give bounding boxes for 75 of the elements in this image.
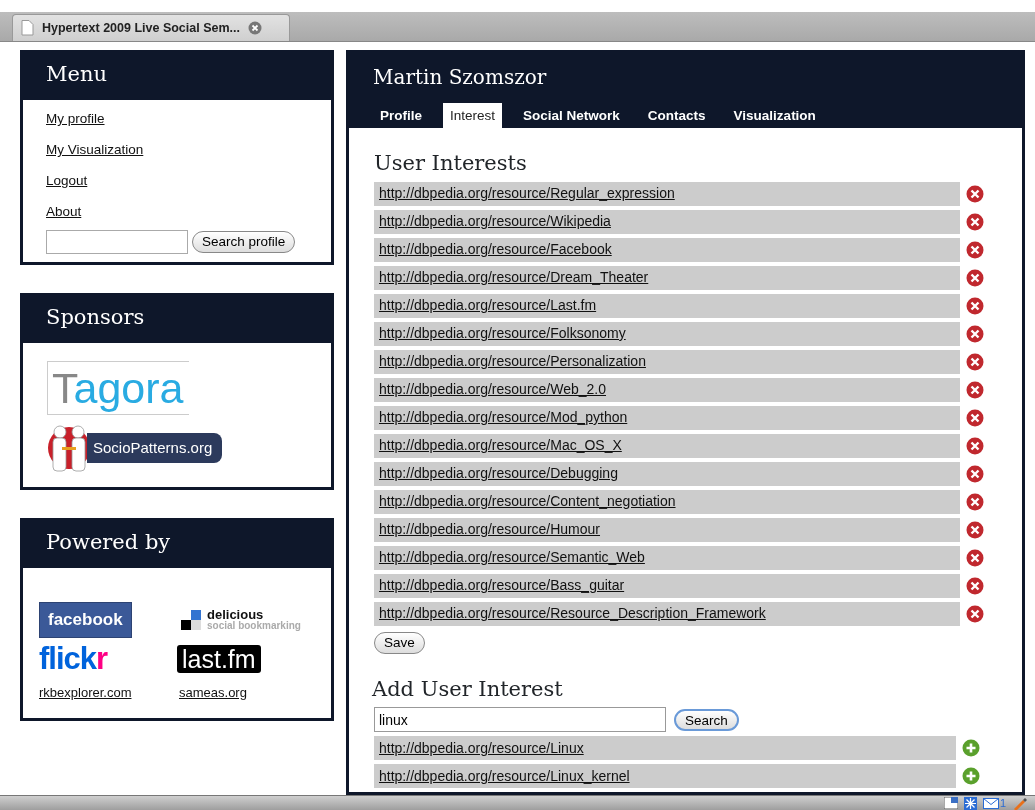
interest-link[interactable]: http://dbpedia.org/resource/Folksonomy [379,323,626,344]
delete-icon[interactable] [966,576,984,595]
delete-icon[interactable] [966,324,984,343]
menu-link[interactable]: Logout [46,171,88,192]
delete-icon[interactable] [966,380,984,399]
interest-link[interactable]: http://dbpedia.org/resource/Last.fm [379,295,597,316]
result-link[interactable]: http://dbpedia.org/resource/Linux [379,737,584,759]
panel-title: Sponsors [23,293,331,343]
profile-tab[interactable]: Contacts [640,102,713,128]
logo-text: SocioPatterns.org [87,432,223,464]
interest-link[interactable]: http://dbpedia.org/resource/Mac_OS_X [379,435,622,456]
profile-tab[interactable]: Social Network [516,102,627,128]
search-button[interactable]: Search [674,708,739,731]
interest-link[interactable]: http://dbpedia.org/resource/Content_negotiation [379,491,676,512]
profile-tab[interactable]: Visualization [726,102,823,128]
search-profile-button[interactable]: Search profile [192,231,296,253]
logo-text: Tagora [47,361,190,415]
delete-icon[interactable] [966,296,984,315]
delete-icon[interactable] [966,268,984,287]
interest-link[interactable]: http://dbpedia.org/resource/Facebook [379,239,612,260]
squares-icon [181,609,201,630]
interest-link[interactable]: http://dbpedia.org/resource/Semantic_Web [379,547,645,568]
section-title: Add User Interest [372,675,564,703]
add-icon[interactable] [962,767,980,785]
delete-icon[interactable] [966,548,984,567]
search-field[interactable] [46,230,188,254]
delete-icon[interactable] [966,436,984,455]
section-title: User Interests [374,150,528,177]
interest-link[interactable]: http://dbpedia.org/resource/Wikipedia [379,211,611,232]
logo-text: delicious [207,607,264,622]
delete-icon[interactable] [966,352,984,371]
save-button[interactable]: Save [374,631,425,654]
profile-tab[interactable]: Profile [373,102,429,128]
profile-tab[interactable]: Interest [443,102,503,128]
site-link[interactable]: sameas.org [179,682,247,702]
delete-icon[interactable] [966,492,984,511]
close-icon[interactable] [248,21,263,35]
logo-text: facebook [39,602,132,638]
window-icon[interactable] [943,797,958,809]
interest-search-field[interactable]: linux [374,707,666,732]
mail-count: 1 [999,797,1006,809]
document-icon [21,20,34,36]
result-link[interactable]: http://dbpedia.org/resource/Linux_kernel [379,765,630,787]
menu-link[interactable]: My Visualization [46,140,144,161]
site-link[interactable]: rkbexplorer.com [39,682,132,702]
delete-icon[interactable] [966,604,984,623]
snowflake-icon[interactable] [963,796,977,810]
pencil-icon[interactable] [1012,795,1027,810]
tab-title: Hypertext 2009 Live Social Sem... [42,19,241,37]
menu-link[interactable]: My profile [46,109,105,130]
delete-icon[interactable] [966,240,984,259]
interest-link[interactable]: http://dbpedia.org/resource/Resource_Description_Framework [379,603,766,624]
interest-link[interactable]: http://dbpedia.org/resource/Mod_python [379,407,628,428]
delete-icon[interactable] [966,464,984,483]
interest-link[interactable]: http://dbpedia.org/resource/Dream_Theater [379,267,649,288]
mail-icon[interactable] [982,797,999,809]
delete-icon[interactable] [966,520,984,539]
interest-link[interactable]: http://dbpedia.org/resource/Bass_guitar [379,575,625,596]
menu-link[interactable]: About [46,202,82,223]
profile-name: Martin Szomszor [373,64,548,91]
logo-text: flickr [39,643,108,674]
panel-title: Menu [23,50,331,100]
delete-icon[interactable] [966,408,984,427]
panel-title: Powered by [23,518,331,568]
logo-subtext: social bookmarking [207,621,301,632]
add-icon[interactable] [962,739,980,757]
delete-icon[interactable] [966,184,984,203]
interest-link[interactable]: http://dbpedia.org/resource/Regular_expression [379,183,675,204]
interest-link[interactable]: http://dbpedia.org/resource/Personalization [379,351,646,372]
interest-link[interactable]: http://dbpedia.org/resource/Web_2.0 [379,379,606,400]
interest-link[interactable]: http://dbpedia.org/resource/Debugging [379,463,618,484]
delete-icon[interactable] [966,212,984,231]
browser-tab[interactable]: Hypertext 2009 Live Social Sem... [12,14,290,41]
interest-link[interactable]: http://dbpedia.org/resource/Humour [379,519,600,540]
logo-text: last.fm [177,644,261,673]
